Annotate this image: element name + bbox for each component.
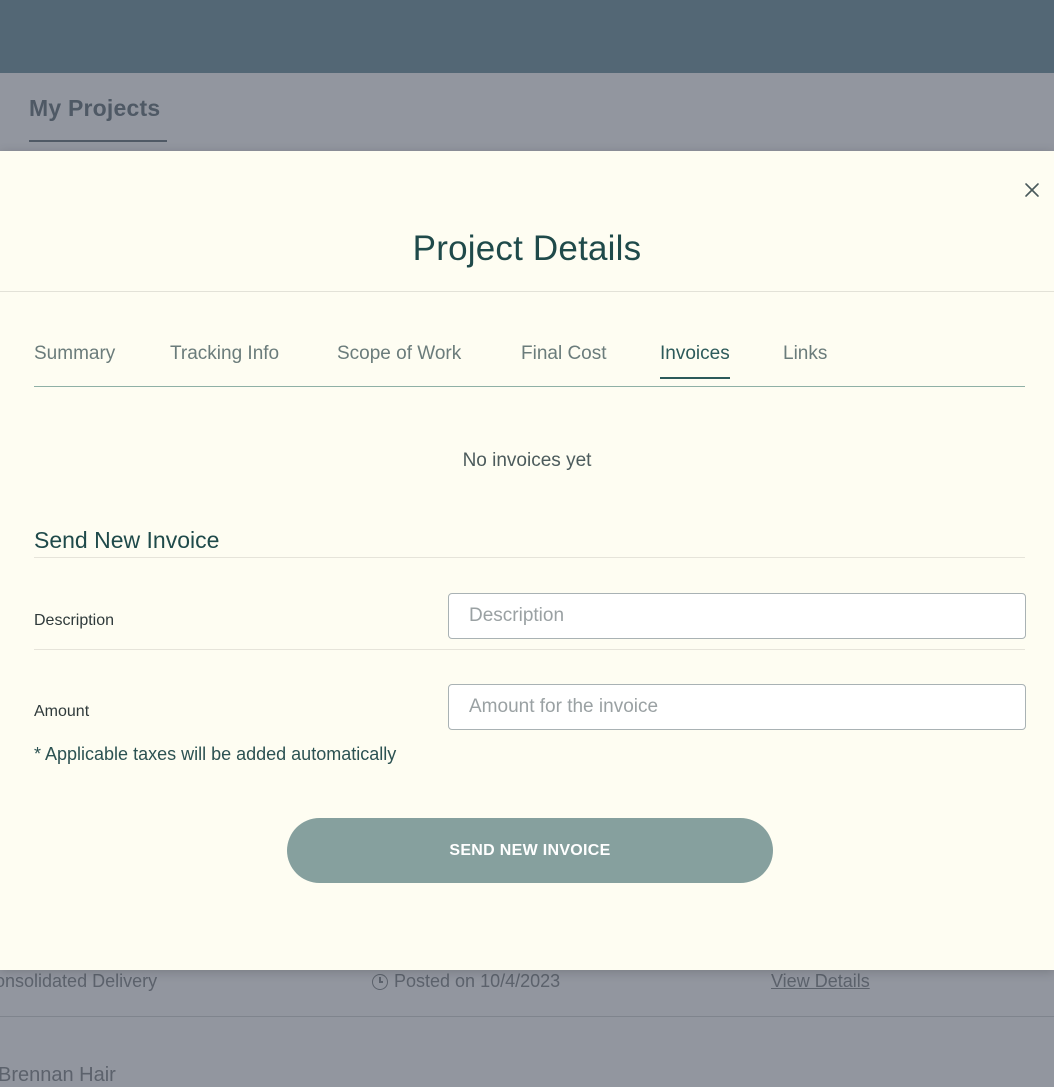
tab-tracking-info[interactable]: Tracking Info: [170, 343, 279, 377]
tab-final-cost[interactable]: Final Cost: [521, 343, 607, 377]
tab-links[interactable]: Links: [783, 343, 827, 377]
project-row-name: onsolidated Delivery: [0, 971, 158, 991]
view-details-link[interactable]: View Details: [771, 971, 870, 992]
section-divider: [34, 557, 1025, 558]
project-row-next-name: Brennan Hair: [0, 1064, 116, 1086]
close-icon: [1025, 183, 1039, 197]
description-input[interactable]: [448, 593, 1026, 639]
description-label: Description: [34, 612, 115, 629]
field-divider: [34, 649, 1025, 650]
top-navigation-bar: [0, 0, 1054, 73]
project-row-posted-date: Posted on 10/4/2023: [394, 971, 561, 991]
page-heading[interactable]: My Projects: [29, 95, 160, 122]
tab-bar: Summary Tracking Info Scope of Work Fina…: [34, 343, 1025, 387]
close-button[interactable]: [1022, 180, 1042, 200]
amount-label: Amount: [34, 703, 90, 720]
project-details-modal: Project Details Summary Tracking Info Sc…: [0, 151, 1054, 970]
project-row-divider: [0, 1016, 1054, 1017]
modal-title: Project Details: [412, 229, 642, 268]
page-heading-underline: [29, 140, 167, 142]
tab-scope-of-work[interactable]: Scope of Work: [337, 343, 461, 377]
clock-icon: [372, 973, 388, 990]
amount-input[interactable]: [448, 684, 1026, 730]
send-new-invoice-button[interactable]: SEND NEW INVOICE: [287, 818, 773, 883]
tax-note: * Applicable taxes will be added automat…: [34, 744, 397, 764]
title-divider: [0, 291, 1054, 292]
send-invoice-heading: Send New Invoice: [34, 527, 220, 553]
tab-invoices[interactable]: Invoices: [660, 343, 730, 379]
invoices-empty-state: No invoices yet: [462, 450, 592, 471]
project-row-posted: Posted on 10/4/2023: [372, 971, 560, 992]
tab-summary[interactable]: Summary: [34, 343, 115, 377]
